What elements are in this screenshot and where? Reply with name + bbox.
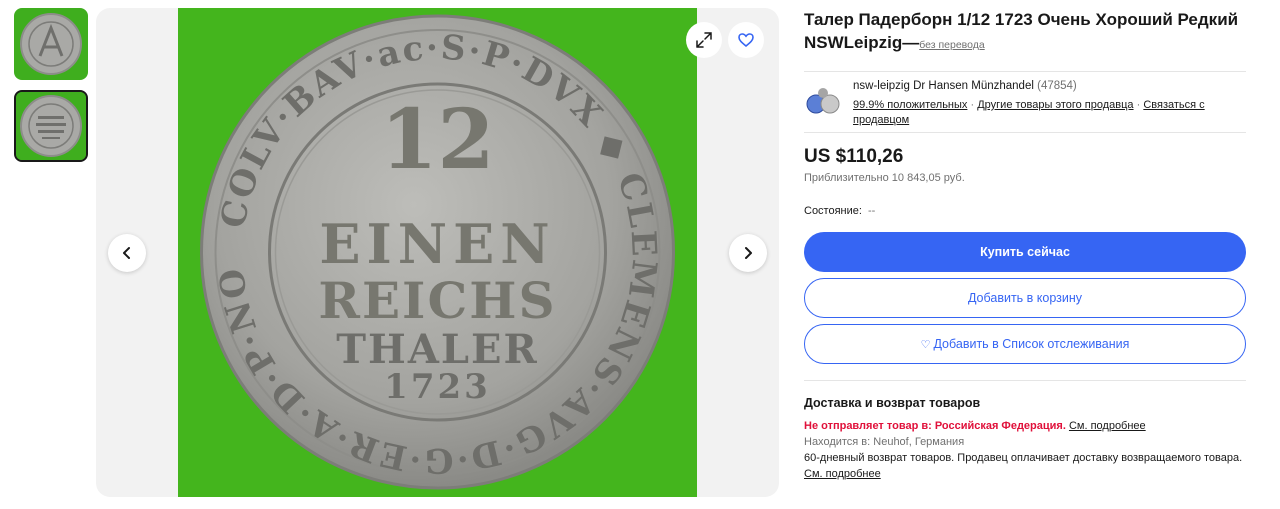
add-to-watchlist-button[interactable]: ♡ Добавить в Список отслеживания — [804, 324, 1246, 364]
previous-image-button[interactable] — [108, 234, 146, 272]
chevron-left-icon — [123, 247, 130, 259]
main-coin-photo[interactable]: COLV·BAV·ac·S·P·DVX ◆ CLEMENS·AVG·D·G·ER… — [178, 8, 697, 497]
coin-reverse-image — [16, 92, 86, 160]
coin-image: COLV·BAV·ac·S·P·DVX ◆ CLEMENS·AVG·D·G·ER… — [178, 8, 697, 497]
favorite-button[interactable] — [728, 22, 764, 58]
condition-value: -- — [867, 205, 876, 217]
coin-line-reichs: REICHS — [318, 271, 556, 330]
shipping-see-more-link[interactable]: См. подробнее — [1069, 420, 1146, 432]
listing-title: Талер Падерборн 1/12 1723 Очень Хороший … — [804, 8, 1246, 57]
seller-logo-image — [804, 84, 842, 122]
returns-see-more-row: См. подробнее — [804, 466, 1246, 482]
price: US $110,26 — [804, 146, 904, 167]
seller-name[interactable]: nsw-leipzig Dr Hansen Münzhandel — [853, 80, 1034, 92]
item-location: Находится в: Neuhof, Германия — [804, 436, 965, 448]
shipping-section: Доставка и возврат товаров Не отправляет… — [804, 380, 1246, 482]
expand-icon — [696, 32, 712, 48]
seller-links: 99.9% положительных · Другие товары этог… — [853, 98, 1243, 128]
seller-positive-feedback-link[interactable]: 99.9% положительных — [853, 99, 967, 111]
title-text: Талер Падерборн 1/12 1723 Очень Хороший … — [804, 10, 1239, 52]
seller-name-row: nsw-leipzig Dr Hansen Münzhandel (47854) — [853, 80, 1077, 92]
coin-obverse-image — [16, 10, 86, 78]
listing-info: Талер Падерборн 1/12 1723 Очень Хороший … — [804, 8, 1246, 482]
separator: · — [1136, 99, 1141, 111]
shipping-warning: Не отправляет товар в: Российская Федера… — [804, 420, 1066, 432]
returns-see-more-link[interactable]: См. подробнее — [804, 468, 881, 480]
chevron-right-icon — [745, 247, 752, 259]
shipping-warning-row: Не отправляет товар в: Российская Федера… — [804, 418, 1246, 434]
heart-icon: ♡ — [920, 338, 931, 351]
buy-now-button[interactable]: Купить сейчас — [804, 232, 1246, 272]
seller-other-items-link[interactable]: Другие товары этого продавца — [977, 99, 1133, 111]
coin-obverse-thumbnail[interactable] — [14, 8, 88, 80]
seller-feedback-count: (47854) — [1037, 80, 1077, 92]
image-gallery: COLV·BAV·ac·S·P·DVX ◆ CLEMENS·AVG·D·G·ER… — [96, 8, 779, 497]
expand-image-button[interactable] — [686, 22, 722, 58]
watchlist-label: Добавить в Список отслеживания — [933, 337, 1130, 351]
coin-numeral: 12 — [380, 92, 494, 188]
condition-row: Состояние: -- — [804, 205, 1246, 217]
thumbnail-strip — [14, 8, 90, 172]
add-to-cart-button[interactable]: Добавить в корзину — [804, 278, 1246, 318]
coin-reverse-thumbnail[interactable] — [14, 90, 88, 162]
coin-line-einen: EINEN — [319, 212, 555, 276]
coin-year: 1723 — [384, 367, 491, 407]
listing-page: COLV·BAV·ac·S·P·DVX ◆ CLEMENS·AVG·D·G·ER… — [0, 0, 1280, 509]
separator: · — [970, 99, 975, 111]
no-translation-link[interactable]: без перевода — [919, 39, 984, 51]
seller-avatar[interactable] — [804, 84, 842, 122]
shipping-title: Доставка и возврат товаров — [804, 396, 981, 410]
seller-card: nsw-leipzig Dr Hansen Münzhandel (47854)… — [804, 71, 1246, 133]
returns-policy: 60-дневный возврат товаров. Продавец опл… — [804, 452, 1243, 464]
heart-icon — [738, 33, 754, 48]
condition-label: Состояние: — [804, 205, 862, 217]
next-image-button[interactable] — [729, 234, 767, 272]
coin-line-thaler: THALER — [336, 326, 538, 373]
approx-price: Приблизительно 10 843,05 руб. — [804, 172, 965, 184]
